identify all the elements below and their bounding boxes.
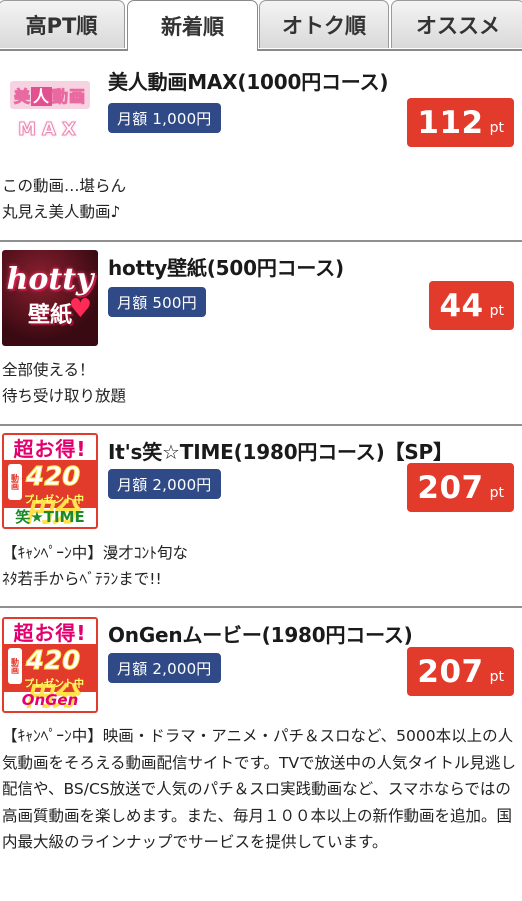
description-line: 【ｷｬﾝﾍﾟｰﾝ中】漫才ｺﾝﾄ旬な [2, 544, 189, 562]
campaign-banner-text: 超お得! [4, 435, 96, 461]
thumbnail-logo-text: MAX [18, 118, 82, 140]
item-title[interactable]: It's笑☆TIME(1980円コース)【SP】 [108, 436, 453, 465]
item-title[interactable]: OnGenムービー(1980円コース) [108, 619, 413, 648]
campaign-banner-text: 超お得! [4, 619, 96, 645]
item-separator [0, 240, 522, 242]
item-title[interactable]: hotty壁紙(500円コース) [108, 252, 344, 281]
tab-newest[interactable]: 新着順 [127, 0, 258, 51]
points-button[interactable]: 112 pt [407, 98, 514, 147]
description-line: 丸見え美人動画♪ [2, 203, 121, 221]
price-badge: 月額 2,000円 [108, 469, 221, 499]
item-title[interactable]: 美人動画MAX(1000円コース) [108, 66, 389, 95]
description-line: 全部使える！ [2, 361, 95, 379]
tab-best-value[interactable]: オトク順 [259, 0, 389, 48]
points-value: 44 [439, 287, 484, 324]
points-value: 207 [417, 469, 484, 506]
price-badge: 月額 1,000円 [108, 103, 221, 133]
points-unit: pt [489, 668, 504, 685]
points-button[interactable]: 207 pt [407, 647, 514, 696]
description-line: 【ｷｬﾝﾍﾟｰﾝ中】映画・ドラマ・アニメ・パチ＆スロなど、5000本以上の人気動… [2, 727, 517, 851]
thumbnail-logo-text: 壁紙 [27, 302, 72, 328]
points-unit: pt [489, 484, 504, 501]
description-line: この動画…堪らん [2, 177, 127, 195]
campaign-banner: 動画 420円分 プレゼント中 [4, 460, 96, 527]
service-logo: 笑★TIME [15, 507, 85, 526]
points-value: 207 [417, 653, 484, 690]
points-unit: pt [489, 119, 504, 136]
item-description: この動画…堪らん 丸見え美人動画♪ [2, 173, 517, 225]
points-value: 112 [417, 104, 484, 141]
points-button[interactable]: 44 pt [429, 281, 514, 330]
points-unit: pt [489, 302, 504, 319]
item-thumbnail[interactable]: hotty 壁紙 ♥ [2, 250, 98, 346]
campaign-sub: プレゼント中 [24, 495, 84, 506]
item-description: 【ｷｬﾝﾍﾟｰﾝ中】漫才ｺﾝﾄ旬な ﾈﾀ若手からﾍﾞﾃﾗﾝまで!! [2, 540, 517, 592]
item-description: 全部使える！ 待ち受け取り放題 [2, 357, 517, 409]
points-button[interactable]: 207 pt [407, 463, 514, 512]
price-badge: 月額 500円 [108, 287, 206, 317]
item-separator [0, 606, 522, 608]
service-logo: OnGen [21, 691, 79, 709]
tabs-divider [0, 49, 522, 51]
thumbnail-logo-text: 美人動画 [9, 80, 91, 109]
description-line: 待ち受け取り放題 [2, 387, 127, 405]
phone-icon: 動画 [8, 648, 22, 684]
offer-list-page: 高PT順 新着順 オトク順 オススメ 美人動画 MAX 美人動画MAX(1000… [0, 0, 522, 901]
tab-high-pt[interactable]: 高PT順 [0, 0, 125, 48]
heart-icon: ♥ [68, 294, 92, 324]
campaign-banner: 動画 420円分 プレゼント中 [4, 644, 96, 711]
item-thumbnail[interactable]: 超お得! 動画 420円分 プレゼント中 笑★TIME [2, 433, 98, 529]
phone-icon: 動画 [8, 464, 22, 500]
thumbnail-logo-highlight: 人 [30, 86, 52, 106]
campaign-sub: プレゼント中 [24, 679, 84, 690]
tab-recommended[interactable]: オススメ [391, 0, 522, 48]
item-thumbnail[interactable]: 超お得! 動画 420円分 プレゼント中 OnGen [2, 617, 98, 713]
item-thumbnail[interactable]: 美人動画 MAX [2, 62, 98, 158]
description-line: ﾈﾀ若手からﾍﾞﾃﾗﾝまで!! [2, 570, 162, 588]
item-separator [0, 424, 522, 426]
item-description: 【ｷｬﾝﾍﾟｰﾝ中】映画・ドラマ・アニメ・パチ＆スロなど、5000本以上の人気動… [2, 723, 517, 856]
thumbnail-logo-text: hotty [6, 261, 94, 297]
price-badge: 月額 2,000円 [108, 653, 221, 683]
sort-tabs: 高PT順 新着順 オトク順 オススメ [0, 0, 522, 51]
